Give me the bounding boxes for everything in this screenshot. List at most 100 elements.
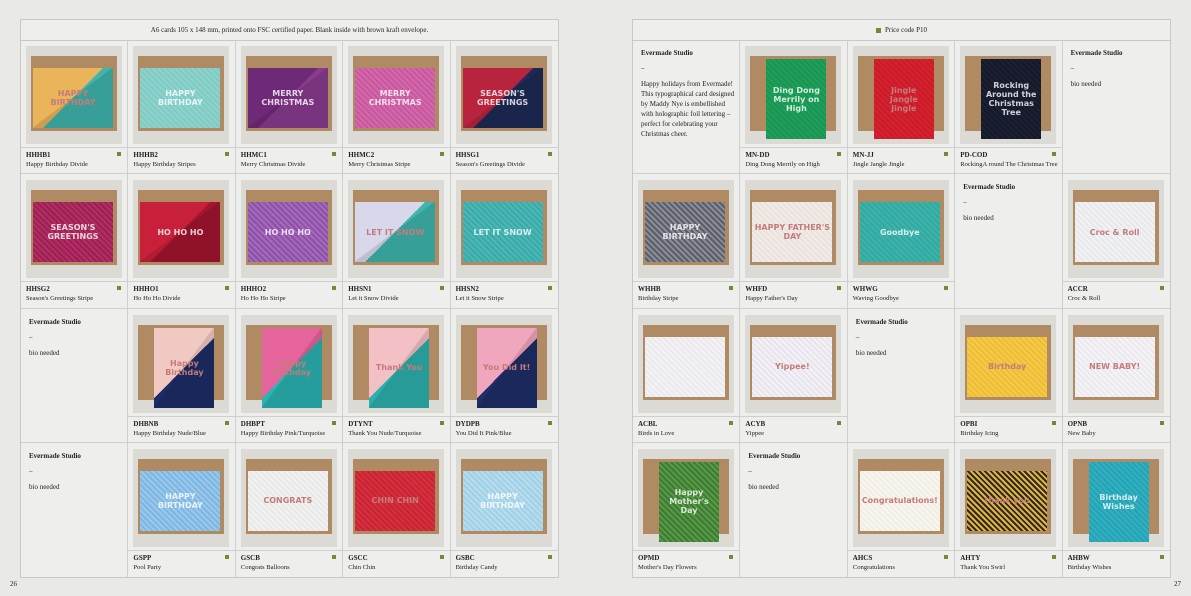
designer-bio: Evermade Studio – bio needed [1062,40,1170,175]
product-photo: NEW BABY! [1067,314,1164,413]
greeting-card: Jingle Jangle Jingle [873,59,934,139]
price-square-icon [332,554,337,559]
product-cell: Happy Birthday DHBPT Happy Birthday Pink/T… [235,308,344,443]
price-square-icon [1051,152,1056,156]
card-text: HAPPY BIRTHDAY [157,491,203,510]
product-code: GSCB [240,553,260,562]
envelope: Jingle Jangle Jingle [857,56,944,139]
envelope: LET IT SNOW [353,190,440,266]
product-code: OPBI [960,419,978,428]
card-text: SEASON'S GREETINGS [47,223,99,242]
product-code: MN-JJ [852,151,874,159]
product-photo: HO HO HO [133,180,230,279]
product-code: ACBL [638,419,658,428]
designer-bio: Evermade Studio – Happy holidays from Ever… [633,40,741,175]
product-photo: Jingle Jangle Jingle [852,46,949,144]
page-number: 27 [1174,580,1181,588]
product-code: AHCS [852,553,873,562]
bio-text: bio needed [963,214,994,223]
price-square-icon [332,420,337,425]
greeting-card: Congratulations! [859,470,940,531]
greeting-card: Goodbye [859,202,940,263]
card-text: Birthday [987,362,1027,371]
product-cell: Thank You DTYNT Thank You Nude/Turquoise [343,308,451,443]
product-label: AHTY Thank You Swirl [955,549,1062,581]
product-cell: HO HO HO HHHO1 Ho Ho Ho Divide [128,174,236,309]
product-photo: SEASON'S GREETINGS [26,180,122,279]
product-cell: Birthday Wishes AHBW Birthday Wishes [1062,443,1170,577]
product-code: HHSG2 [26,285,50,294]
product-name: You Did It Pink/Blue [455,429,512,437]
card-text: CONGRATS [263,496,313,506]
bio-title: Evermade Studio [1070,49,1123,57]
product-photo: Thank You [348,314,445,413]
envelope: HO HO HO [245,190,332,266]
product-photo: MERRY CHRISTMAS [240,46,337,144]
product-cell: ACBL Birds in Love [633,308,741,443]
price-square-icon [1159,420,1164,425]
product-name: Ho Ho Ho Stripe [240,295,286,303]
price-square-icon [439,420,444,425]
price-square-icon [117,152,122,156]
product-name: Happy Birthday Stripes [133,161,196,168]
price-square-icon [332,152,337,156]
card-text: LET IT SNOW [473,227,532,237]
price-square-icon [1159,286,1164,291]
envelope: Thank You [353,324,440,408]
card-text: Ding Dong Merrily on High [772,85,820,113]
product-photo: CHIN CHIN [348,448,445,547]
product-code: WHHB [638,285,661,294]
product-name: Happy Birthday Pink/Turquoise [240,429,326,437]
product-label: GSCC Chin Chin [343,549,450,581]
designer-bio: Evermade Studio – bio needed [955,174,1063,309]
card-text: Yippee! [775,362,810,371]
product-code: HHHO2 [240,285,267,294]
price-square-icon [439,554,444,559]
product-name: Waving Goodbye [852,295,899,303]
bio-dash: – [855,332,860,341]
product-cell: Croc & Roll ACCR Croc & Roll [1062,174,1170,309]
card-text [683,365,687,369]
bio-title: Evermade Studio [748,451,801,460]
price-square-icon [1051,554,1056,559]
product-photo: Yippee! [745,314,842,413]
product-cell: Birthday OPBI Birthday Icing [955,308,1063,443]
card-text: CHIN CHIN [371,496,419,506]
envelope: Rocking Around the Christmas Tree [965,56,1052,139]
product-cell: CONGRATS GSCB Congrats Balloons [235,442,344,577]
product-code: HHHB2 [133,151,158,159]
product-name: Merry Christmas Stripe [348,161,411,168]
card-text: LET IT SNOW [366,227,425,237]
product-name: New Baby [1067,429,1096,437]
product-cell: NEW BABY! OPNB New Baby [1062,309,1170,443]
product-photo: Rocking Around the Christmas Tree [960,46,1057,144]
card-text: HO HO HO [157,227,204,237]
card-text: HAPPY BIRTHDAY [157,89,203,107]
product-cell: MERRY CHRISTMAS HHMC2 Merry Christmas Stri… [343,40,451,175]
card-text: HAPPY FATHER'S DAY [754,223,831,242]
envelope: SEASON'S GREETINGS [460,56,547,131]
greeting-card: You Did It! [476,327,537,408]
bio-text: Happy holidays from Evermade! This typog… [641,80,735,138]
product-photo: Goodbye [852,180,949,279]
price-square-icon [547,152,552,156]
envelope: CONGRATS [245,458,332,534]
product-photo: HO HO HO [240,180,337,279]
product-label: GSPP Pool Party [128,549,235,581]
product-cell: Congratulations! AHCS Congratulations [847,442,956,577]
envelope: Congratulations! [857,458,944,534]
product-code: PD-COD [960,151,988,159]
product-photo: HAPPY FATHER'S DAY [745,180,842,279]
greeting-card: HAPPY BIRTHDAY [140,68,221,128]
card-text: Goodbye [879,227,920,237]
product-cell: SEASON'S GREETINGS HHSG1 Season's Greeting… [450,40,558,175]
envelope: Goodbye [857,190,944,266]
product-cell: HO HO HO HHHO2 Ho Ho Ho Stripe [235,174,344,309]
product-photo: Croc & Roll [1067,180,1164,279]
product-photo: Ding Dong Merrily on High [745,46,842,144]
price-code: Price code P10 [885,26,927,34]
product-photo: HAPPY BIRTHDAY [26,46,122,144]
right-page: Price code P10 Evermade Studio – Happy hol… [632,19,1171,578]
price-square-icon [836,420,841,425]
product-name: Happy Father's Day [745,295,798,303]
